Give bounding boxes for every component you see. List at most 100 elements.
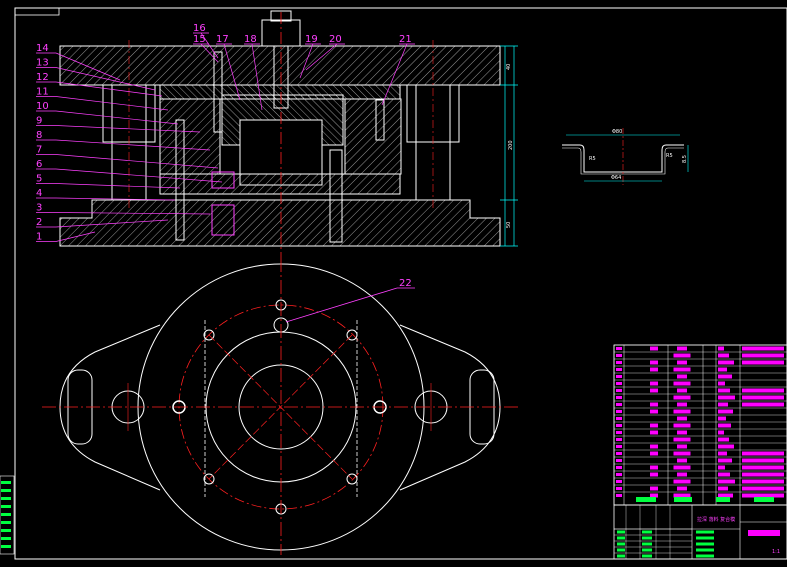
parts-row-name-cell xyxy=(673,353,691,358)
parts-row-number-cell xyxy=(616,494,622,497)
parts-row-name-cell xyxy=(673,451,691,456)
parts-header-green xyxy=(674,497,692,502)
parts-row-code-cell xyxy=(650,381,658,386)
right-die-block xyxy=(344,98,402,175)
callout-5: 5 xyxy=(36,174,42,185)
left-strip-cell xyxy=(1,529,11,532)
parts-row-note-cell xyxy=(742,360,784,365)
part-top-width: Φ80 xyxy=(612,129,622,135)
callout-7: 7 xyxy=(36,145,42,156)
parts-row-code-cell xyxy=(650,360,658,365)
left-strip-cell xyxy=(1,513,11,516)
callout-6: 6 xyxy=(36,159,42,170)
title-cell-green xyxy=(696,542,714,546)
parts-row-number-cell xyxy=(616,445,622,448)
cad-drawing: 40 200 50 1413121110987654321 1615 17 18 19… xyxy=(0,7,787,560)
drawing-title: 拉深 落料 复合模 xyxy=(697,516,735,523)
parts-row-code-cell xyxy=(650,430,658,435)
callout-12: 12 xyxy=(36,72,49,83)
parts-row-name-cell xyxy=(673,437,691,442)
parts-row-number-cell xyxy=(616,361,622,364)
parts-row-number-cell xyxy=(616,410,622,413)
parts-row-number-cell xyxy=(616,375,622,378)
title-cell-green xyxy=(696,536,714,540)
title-cell-green xyxy=(617,548,625,552)
parts-row-code-cell xyxy=(650,423,658,428)
left-strip-cell xyxy=(1,481,11,484)
parts-row-note-cell xyxy=(742,465,784,470)
left-strip-cell xyxy=(1,537,11,540)
callout-18: 18 xyxy=(244,34,257,45)
parts-row-material-cell xyxy=(718,458,732,463)
title-block: 拉深 落料 复合模 1:1 xyxy=(613,344,787,560)
parts-row-note-cell xyxy=(742,479,784,484)
parts-row-code-cell xyxy=(650,465,658,470)
parts-row-name-cell xyxy=(673,409,691,414)
dim-lower: 50 xyxy=(506,222,512,228)
left-die-block xyxy=(159,98,221,175)
parts-row-material-cell xyxy=(718,381,725,386)
part-drawing: Φ80 Φ64 R5 R5 8.5 xyxy=(562,128,689,185)
callout-11: 11 xyxy=(36,87,49,98)
parts-row-material-cell xyxy=(718,451,727,456)
callout-22: 22 xyxy=(399,278,412,289)
parts-row-code-cell xyxy=(650,367,658,372)
parts-row-material-cell xyxy=(718,472,730,477)
title-cell-green xyxy=(617,554,625,558)
left-strip-cell xyxy=(1,489,11,492)
parts-header-green xyxy=(754,497,774,502)
callout-13: 13 xyxy=(36,58,49,69)
callout-2: 2 xyxy=(36,217,42,228)
parts-row-name-cell xyxy=(677,360,687,365)
parts-row-code-cell xyxy=(650,402,658,407)
callout-15: 15 xyxy=(193,34,206,45)
parts-row-number-cell xyxy=(616,389,622,392)
parts-row-number-cell xyxy=(616,431,622,434)
parts-row-material-cell xyxy=(718,444,734,449)
parts-row-material-cell xyxy=(718,493,733,498)
parts-row-name-cell xyxy=(673,479,691,484)
title-cell-green xyxy=(642,530,652,534)
callout-3: 3 xyxy=(36,203,42,214)
parts-header-green xyxy=(636,497,656,502)
upper-die-plate xyxy=(59,45,501,86)
callout-10: 10 xyxy=(36,101,49,112)
callout-4: 4 xyxy=(36,188,42,199)
callout-20: 20 xyxy=(329,34,342,45)
parts-row-material-cell xyxy=(718,416,726,421)
parts-row-note-cell xyxy=(742,486,784,491)
parts-row-number-cell xyxy=(616,417,622,420)
parts-row-code-cell xyxy=(650,409,658,414)
parts-row-material-cell xyxy=(718,430,724,435)
title-cell-green xyxy=(617,530,625,534)
parts-row-number-cell xyxy=(616,354,622,357)
parts-row-material-cell xyxy=(718,353,729,358)
parts-row-code-cell xyxy=(650,388,658,393)
parts-row-code-cell xyxy=(650,451,658,456)
parts-row-number-cell xyxy=(616,368,622,371)
callout-8: 8 xyxy=(36,130,42,141)
parts-row-name-cell xyxy=(673,395,691,400)
parts-row-note-cell xyxy=(742,395,784,400)
dim-total: 200 xyxy=(508,140,514,150)
parts-row-name-cell xyxy=(677,444,687,449)
parts-row-material-cell xyxy=(718,479,735,484)
parts-row-number-cell xyxy=(616,382,622,385)
parts-row-number-cell xyxy=(616,459,622,462)
parts-row-number-cell xyxy=(616,424,622,427)
parts-row-number-cell xyxy=(616,396,622,399)
parts-row-material-cell xyxy=(718,360,734,365)
parts-row-number-cell xyxy=(616,438,622,441)
parts-row-note-cell xyxy=(742,458,784,463)
title-cell-green xyxy=(696,554,714,558)
parts-row-note-cell xyxy=(742,472,784,477)
parts-row-number-cell xyxy=(616,466,622,469)
parts-row-note-cell xyxy=(742,388,784,393)
title-cell-green xyxy=(696,548,714,552)
parts-list-rows xyxy=(613,344,787,505)
parts-row-material-cell xyxy=(718,367,727,372)
parts-row-material-cell xyxy=(718,409,733,414)
title-cell-green xyxy=(642,554,652,558)
parts-row-material-cell xyxy=(718,437,729,442)
title-box-magenta xyxy=(748,530,780,536)
